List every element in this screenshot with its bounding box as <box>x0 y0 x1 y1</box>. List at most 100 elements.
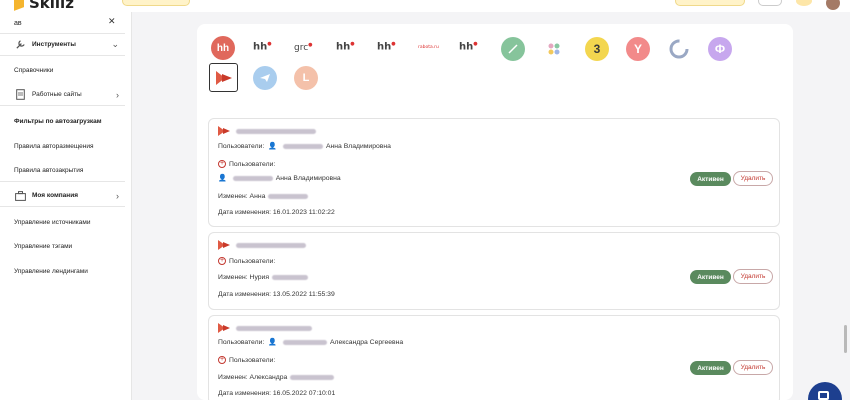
logo-mark-icon <box>14 0 24 11</box>
users-section-label: Пользователи: <box>229 257 276 265</box>
changed-name: Нурия <box>249 274 270 281</box>
owner-name: Александра Сергеевна <box>329 338 404 346</box>
source-grc-icon[interactable]: grc● <box>294 42 313 53</box>
source-hh-icon[interactable]: hh● <box>459 41 478 52</box>
source-hh-icon[interactable]: hh● <box>253 41 272 52</box>
chat-icon <box>818 391 829 400</box>
card-date-row: Дата изменения: 16.01.2023 11:02:22 <box>218 209 335 216</box>
sidebar-item-label: Правила авторазмещения <box>14 142 94 150</box>
source-triangle-logo-icon[interactable] <box>209 63 238 92</box>
triangle-logo-icon <box>218 125 230 137</box>
member-surname <box>232 175 273 181</box>
delete-button[interactable]: Удалить <box>733 360 773 375</box>
sidebar-item-label: Работные сайты <box>32 91 82 98</box>
sidebar-item-source-management[interactable]: Управление источниками <box>0 211 125 233</box>
changed-label: Изменен: <box>218 274 248 281</box>
sidebar-item-autoload-filters[interactable]: Фильтры по автозагрузкам <box>0 110 125 132</box>
avatar[interactable] <box>826 0 840 10</box>
sidebar-item-label: Справочники <box>14 66 54 74</box>
changed-label: Изменен: <box>218 193 248 200</box>
sidebar-item-label: Управление лендингами <box>14 267 88 275</box>
add-user-icon[interactable]: + <box>218 160 226 168</box>
status-badge: Активен <box>690 270 731 284</box>
app-logo[interactable]: Skillz <box>14 0 74 12</box>
source-finder-icon[interactable]: Ф <box>708 37 732 61</box>
owner-surname <box>282 339 327 345</box>
source-dots-icon[interactable] <box>542 37 566 61</box>
changed-surname <box>272 275 309 280</box>
sidebar-item-autoclose-rules[interactable]: Правила автозакрытия <box>0 160 125 182</box>
changed-name: Анна <box>249 193 266 200</box>
sidebar-item-label: Правила автозакрытия <box>14 167 84 174</box>
sidebar-item-landing-management[interactable]: Управление лендингами <box>0 260 125 282</box>
sidebar-item-tools[interactable]: Инструменты ⌄ <box>0 34 125 56</box>
sidebar-item-autoplacement-rules[interactable]: Правила авторазмещения <box>0 135 125 157</box>
card-owner-row: Пользователи: 👤 Анна Владимировна <box>218 142 391 151</box>
sidebar-item-my-company[interactable]: Моя компания › <box>0 185 125 207</box>
sidebar-item-tag-management[interactable]: Управление тэгами <box>0 235 125 257</box>
card-date-row: Дата изменения: 16.05.2022 07:10:01 <box>218 390 335 397</box>
users-label: Пользователи: <box>218 338 265 346</box>
source-letter-l-icon[interactable]: L <box>294 66 318 90</box>
changed-name: Александра <box>249 374 288 381</box>
sidebar-item-label: Инструменты <box>32 41 76 48</box>
source-hh-round-icon[interactable]: hh <box>211 36 235 60</box>
date-label: Дата изменения: <box>218 209 271 216</box>
source-yandex-icon[interactable]: Y <box>626 37 650 61</box>
source-hh-icon[interactable]: hh● <box>377 41 396 52</box>
logo-text: Skillz <box>29 0 74 12</box>
chevron-down-icon: ⌄ <box>111 39 119 49</box>
search-input[interactable] <box>14 17 104 29</box>
sidebar-item-label: Управление источниками <box>14 218 91 226</box>
status-badge: Активен <box>690 172 731 186</box>
header-menu-button[interactable] <box>758 0 782 6</box>
date-value: 16.01.2023 11:02:22 <box>272 209 335 216</box>
users-section-label: Пользователи: <box>229 356 276 364</box>
date-label: Дата изменения: <box>218 390 271 397</box>
sidebar-item-label: Моя компания <box>32 192 79 199</box>
card-changed-row: Изменен: Нурия <box>218 274 311 281</box>
sidebar: ✕ Инструменты ⌄ Справочники Работные сай… <box>0 12 132 400</box>
notification-icon[interactable] <box>796 0 812 6</box>
document-icon <box>14 89 26 101</box>
add-user-icon[interactable]: + <box>218 257 226 265</box>
account-email <box>236 325 312 331</box>
source-green-leaf-icon[interactable] <box>501 37 525 61</box>
source-telegram-icon[interactable] <box>253 66 277 90</box>
integration-card: + Пользователи: Изменен: Нурия Дата изме… <box>208 232 780 310</box>
user-icon: 👤 <box>268 339 277 346</box>
date-value: 13.05.2022 11:55:39 <box>272 291 335 298</box>
user-icon: 👤 <box>268 143 277 150</box>
triangle-logo-icon <box>218 322 230 334</box>
source-zarplata-icon[interactable]: 3 <box>585 37 609 61</box>
chat-button[interactable] <box>808 382 842 400</box>
account-email <box>236 242 306 248</box>
page-scrollbar[interactable] <box>844 325 847 353</box>
header-tariff-button[interactable] <box>675 0 745 6</box>
source-hh-icon[interactable]: hh● <box>336 41 355 52</box>
changed-label: Изменен: <box>218 374 248 381</box>
card-header <box>218 322 315 334</box>
add-user-icon[interactable]: + <box>218 356 226 364</box>
delete-button[interactable]: Удалить <box>733 171 773 186</box>
close-icon[interactable]: ✕ <box>108 16 116 27</box>
status-badge: Активен <box>690 361 731 375</box>
card-member-row: 👤 Анна Владимировна <box>218 174 341 183</box>
owner-name: Анна Владимировна <box>325 142 391 150</box>
sidebar-search: ✕ <box>0 12 125 34</box>
sidebar-item-label: Фильтры по автозагрузкам <box>14 117 102 125</box>
changed-surname <box>290 375 335 380</box>
header-promo-button[interactable] <box>122 0 190 6</box>
triangle-logo-icon <box>218 239 230 251</box>
card-header <box>218 125 319 137</box>
source-circle-icon[interactable] <box>667 37 691 61</box>
date-value: 16.05.2022 07:10:01 <box>272 390 336 397</box>
sidebar-item-references[interactable]: Справочники <box>0 59 125 81</box>
owner-surname <box>282 143 323 149</box>
delete-button[interactable]: Удалить <box>733 269 773 284</box>
top-header: Skillz <box>0 0 850 12</box>
sidebar-item-job-sites[interactable]: Работные сайты › <box>0 84 125 106</box>
users-label: Пользователи: <box>218 142 265 150</box>
source-rabota-icon[interactable]: rabota.ru <box>418 45 439 50</box>
account-email <box>236 128 316 134</box>
